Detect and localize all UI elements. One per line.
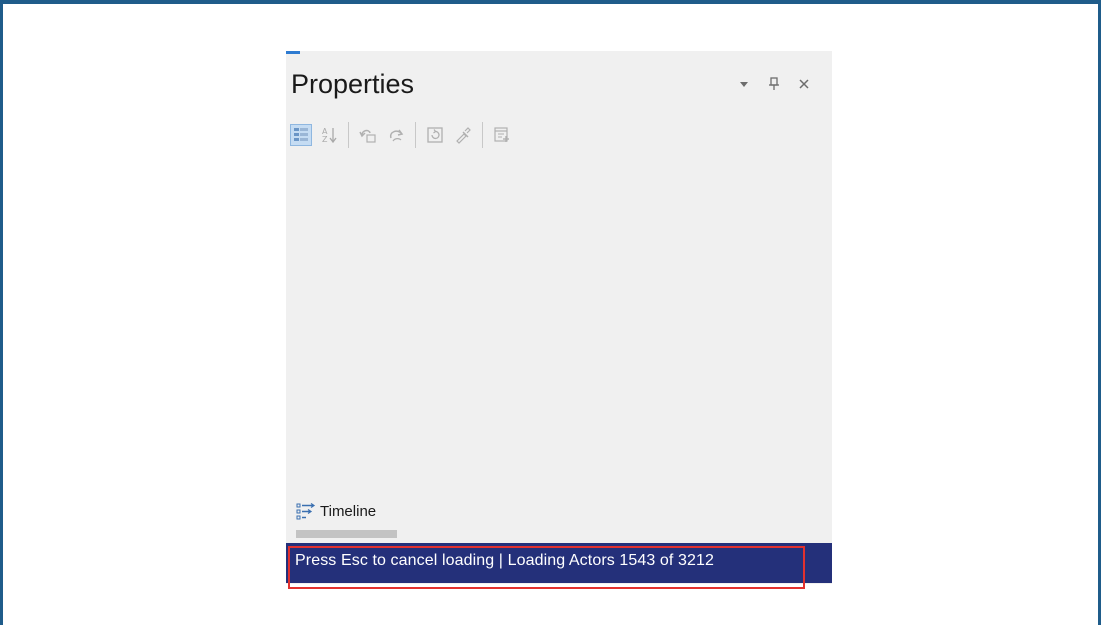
redo-icon <box>389 129 404 142</box>
status-highlight-box <box>288 546 805 589</box>
toolbar-separator <box>348 122 349 148</box>
alphabetical-sort-button[interactable]: A Z <box>318 124 340 146</box>
close-icon <box>799 79 809 89</box>
toolbar-separator <box>482 122 483 148</box>
pin-button[interactable] <box>765 75 783 93</box>
add-property-button[interactable] <box>491 124 513 146</box>
panel-title: Properties <box>291 69 415 99</box>
panel-accent-tab <box>286 51 300 54</box>
dropdown-arrow-icon <box>740 82 748 87</box>
categorized-view-icon <box>294 128 308 141</box>
reset-icon <box>427 127 443 143</box>
reset-button[interactable] <box>424 124 446 146</box>
close-button[interactable] <box>795 75 813 93</box>
add-property-icon <box>494 127 509 142</box>
timeline-tab[interactable]: Timeline <box>296 500 376 522</box>
alphabetical-sort-icon: A Z <box>322 127 337 144</box>
horizontal-scrollbar-thumb[interactable] <box>296 530 397 538</box>
categorized-view-button[interactable] <box>290 124 312 146</box>
eyedropper-icon <box>456 127 471 144</box>
timeline-label: Timeline <box>320 502 377 520</box>
eyedropper-button[interactable] <box>452 124 474 146</box>
panel-title-buttons <box>735 74 813 94</box>
svg-text:Z: Z <box>322 135 328 144</box>
undo-icon <box>359 129 376 143</box>
properties-toolbar: A Z <box>290 118 519 152</box>
redo-button[interactable] <box>385 124 407 146</box>
dropdown-arrow-button[interactable] <box>735 75 753 93</box>
toolbar-separator <box>415 122 416 148</box>
timeline-icon <box>296 503 316 520</box>
pin-icon <box>769 77 779 90</box>
undo-button[interactable] <box>357 124 379 146</box>
